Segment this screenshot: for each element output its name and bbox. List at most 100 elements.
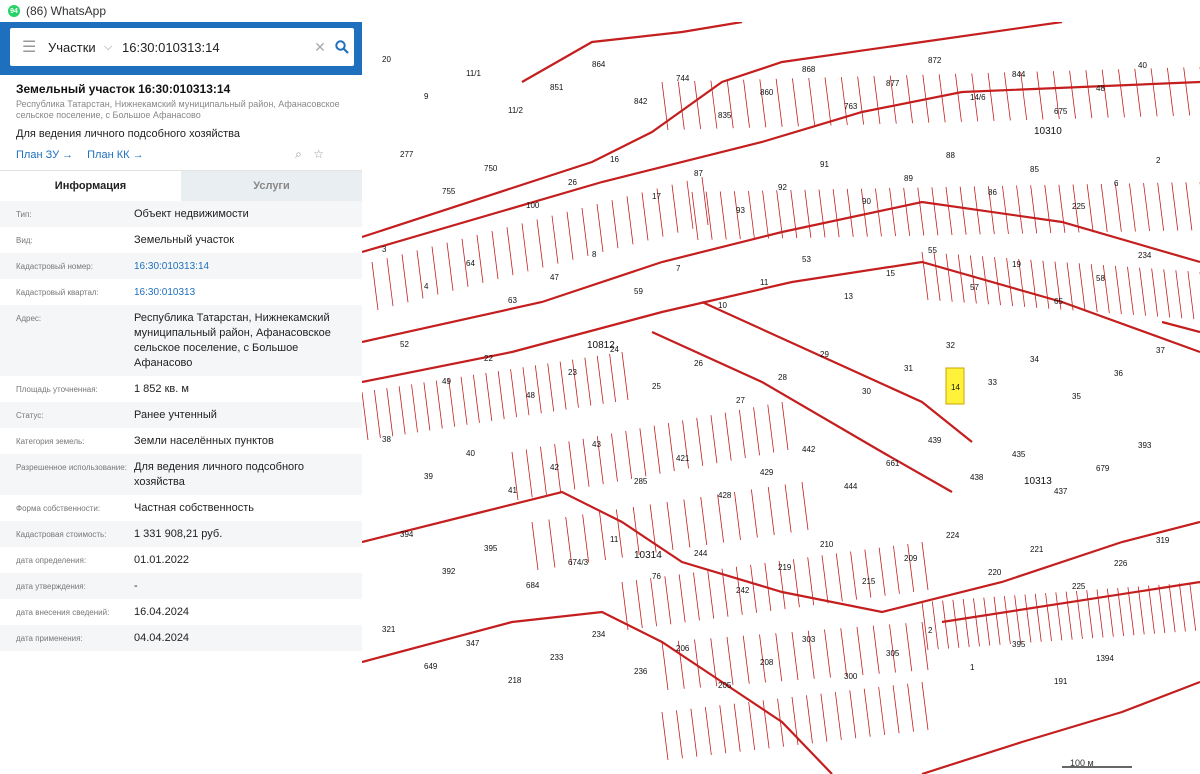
parcel-label: 40 (466, 449, 475, 458)
parcel-edge (664, 576, 672, 625)
parcel-edge (878, 547, 886, 596)
parcel-edge (506, 227, 514, 276)
parcel-edge (1002, 185, 1009, 234)
info-row: Адрес: Республика Татарстан, Нижнекамский… (0, 305, 362, 376)
parcel-edge (485, 372, 493, 422)
parcel-edge (491, 231, 499, 280)
parcel-label: 59 (634, 287, 643, 296)
tab-services[interactable]: Услуги (181, 171, 362, 201)
parcel-edge (1065, 591, 1073, 640)
parcel-edge (804, 189, 812, 238)
row-value: Ранее учтенный (134, 409, 217, 421)
plan-zu-link[interactable]: План ЗУ → (16, 149, 73, 161)
parcel-label: 26 (694, 359, 703, 368)
cadastral-map[interactable]: 20 9 11/1 11/2 851 864 842 744 835 860 868 763 877 87… (362, 22, 1200, 774)
parcel-label: 52 (400, 340, 409, 349)
parcel-edge (793, 559, 800, 608)
search-input[interactable] (122, 39, 310, 55)
parcel-edge (621, 351, 629, 401)
parcel-edge (1042, 260, 1050, 309)
parcel-edge (572, 359, 579, 408)
parcel-edge (373, 390, 381, 439)
parcel-edge (821, 555, 829, 604)
layer-select[interactable]: Участки (48, 40, 104, 55)
row-value: Республика Татарстан, Нижнекамский муниц… (134, 312, 331, 369)
plan-kk-link[interactable]: План КК → (87, 149, 143, 161)
parcel-edge (707, 570, 715, 619)
parcel-label: 31 (904, 364, 913, 373)
parcel-edge (1134, 68, 1142, 117)
parcel-edge (700, 496, 708, 546)
cadastral-quarter-link[interactable]: 16:30:010313 (134, 279, 352, 305)
parcel-edge (611, 200, 619, 249)
parcel-edge (548, 519, 556, 568)
parcel-edge (873, 76, 881, 125)
parcel-edge (750, 564, 757, 613)
parcel-edge (987, 72, 995, 121)
parcel-label: 76 (652, 572, 661, 581)
parcel-label: 205 (718, 681, 732, 690)
map-canvas[interactable]: 20911/111/285186484274483586086876387787… (362, 22, 1200, 774)
parcel-label: 36 (1114, 369, 1123, 378)
parcel-edge (411, 384, 418, 433)
cadastral-number-link[interactable]: 16:30:010313:14 (134, 253, 352, 279)
parcel-label: 86 (988, 188, 997, 197)
parcel-edge (536, 219, 544, 268)
row-value: Земли населённых пунктов (134, 435, 274, 447)
parcel-edge (1157, 182, 1165, 231)
parcel-edge (1055, 592, 1063, 641)
parcel-label: 34 (1030, 355, 1039, 364)
parcel-edge (724, 412, 732, 461)
parcel-label: 29 (820, 350, 829, 359)
parcel-label: 428 (718, 491, 732, 500)
parcel-edge (1183, 67, 1191, 116)
window-titlebar: 94 (86) WhatsApp (0, 0, 1200, 23)
parcel-edge (362, 391, 369, 441)
row-label: Кадастровый квартал: (16, 288, 99, 297)
parcel-edge (510, 369, 517, 418)
menu-icon[interactable]: ☰ (22, 37, 36, 57)
star-icon[interactable]: ☆ (313, 147, 324, 161)
parcel-edge (806, 695, 813, 744)
parcel-label: 4 (424, 282, 429, 291)
parcel-edge (401, 254, 409, 303)
parcel-label: 429 (760, 468, 774, 477)
parcel-edge (775, 633, 783, 682)
parcel-label: 26 (568, 178, 577, 187)
parcel-edge (893, 545, 900, 594)
row-value: 1 331 908,21 руб. (134, 528, 223, 540)
parcel-label: 347 (466, 639, 480, 648)
parcel-label: 14/6 (970, 93, 986, 102)
parcel-edge (1003, 596, 1011, 645)
parcel-edge (1139, 267, 1146, 316)
parcel-edge (840, 628, 848, 677)
parcel-edge (781, 401, 789, 451)
parcel-edge (750, 489, 758, 538)
parcel-edge (767, 404, 775, 453)
parcel-edge (1114, 183, 1122, 232)
parcel-label: 395 (1012, 640, 1026, 649)
parcel-edge (540, 446, 547, 495)
search-icon[interactable] (330, 40, 354, 54)
clear-icon[interactable]: ✕ (310, 39, 330, 56)
parcel-edge (1016, 185, 1023, 234)
parcel-edge (671, 184, 679, 233)
parcel-label: 19 (1012, 260, 1021, 269)
tab-info[interactable]: Информация (0, 171, 181, 201)
parcel-edge (534, 365, 542, 414)
parcel-edge (784, 484, 792, 533)
parcel-label: 225 (1072, 582, 1086, 591)
parcel-label: 9 (424, 92, 429, 101)
row-label: Площадь уточненная: (16, 385, 98, 394)
chevron-down-icon[interactable]: ⌵ (104, 41, 122, 54)
parcel-label: 85 (1030, 165, 1039, 174)
zoom-to-object-icon[interactable]: ⌕ (295, 147, 302, 161)
object-title: Земельный участок 16:30:010313:14 (16, 82, 231, 96)
parcel-edge (1127, 587, 1135, 636)
parcel-edge (693, 572, 700, 621)
parcel-label: 215 (862, 577, 876, 586)
parcel-label: 206 (676, 644, 690, 653)
parcel-label: 392 (442, 567, 456, 576)
parcel-label: 25 (652, 382, 661, 391)
parcel-edge (596, 203, 604, 253)
